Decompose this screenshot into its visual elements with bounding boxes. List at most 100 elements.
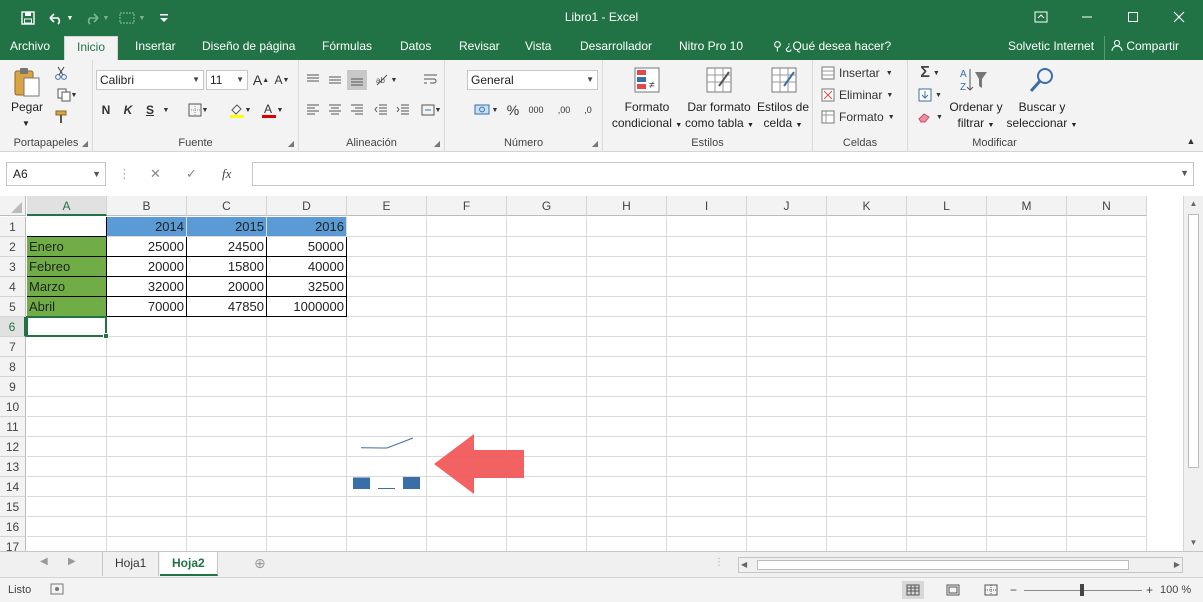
- cell-l13[interactable]: [907, 457, 987, 477]
- cell-n14[interactable]: [1067, 477, 1147, 497]
- cell-a13[interactable]: [27, 457, 107, 477]
- column-header-i[interactable]: I: [667, 196, 747, 216]
- cell-k12[interactable]: [827, 437, 907, 457]
- normal-view-icon[interactable]: [902, 581, 924, 599]
- cell-b6[interactable]: [107, 317, 187, 337]
- cell-f10[interactable]: [427, 397, 507, 417]
- column-header-j[interactable]: J: [747, 196, 827, 216]
- cell-l10[interactable]: [907, 397, 987, 417]
- cell-styles-icon[interactable]: [768, 64, 800, 96]
- cell-e6[interactable]: [347, 317, 427, 337]
- column-header-n[interactable]: N: [1067, 196, 1147, 216]
- cell-d11[interactable]: [267, 417, 347, 437]
- cell-n17[interactable]: [1067, 537, 1147, 551]
- cell-g4[interactable]: [507, 277, 587, 297]
- cell-g16[interactable]: [507, 517, 587, 537]
- row-header-15[interactable]: 15: [0, 497, 26, 517]
- column-header-e[interactable]: E: [347, 196, 427, 216]
- cell-b4[interactable]: 32000: [107, 277, 187, 297]
- cell-i11[interactable]: [667, 417, 747, 437]
- cell-i17[interactable]: [667, 537, 747, 551]
- cell-n1[interactable]: [1067, 217, 1147, 237]
- cell-d8[interactable]: [267, 357, 347, 377]
- cell-i12[interactable]: [667, 437, 747, 457]
- cell-h12[interactable]: [587, 437, 667, 457]
- cell-n8[interactable]: [1067, 357, 1147, 377]
- scroll-up-icon[interactable]: ▲: [1184, 196, 1203, 212]
- cell-h3[interactable]: [587, 257, 667, 277]
- cell-b9[interactable]: [107, 377, 187, 397]
- ribbon-display-icon[interactable]: [1018, 0, 1064, 34]
- sheet-tab-hoja2[interactable]: Hoja2: [160, 552, 218, 576]
- cell-n13[interactable]: [1067, 457, 1147, 477]
- cell-a9[interactable]: [27, 377, 107, 397]
- insert-cells-button[interactable]: Insertar ▼: [821, 64, 905, 82]
- cell-h9[interactable]: [587, 377, 667, 397]
- cell-k16[interactable]: [827, 517, 907, 537]
- cell-c1[interactable]: 2015: [187, 217, 267, 237]
- cell-a2[interactable]: Enero: [27, 237, 107, 257]
- cell-l2[interactable]: [907, 237, 987, 257]
- share-button[interactable]: Compartir: [1104, 36, 1203, 60]
- cell-h2[interactable]: [587, 237, 667, 257]
- cell-n4[interactable]: [1067, 277, 1147, 297]
- zoom-level[interactable]: 100 %: [1160, 584, 1191, 596]
- cell-c15[interactable]: [187, 497, 267, 517]
- cell-l7[interactable]: [907, 337, 987, 357]
- cell-c12[interactable]: [187, 437, 267, 457]
- cell-d14[interactable]: [267, 477, 347, 497]
- cell-g1[interactable]: [507, 217, 587, 237]
- cell-j5[interactable]: [747, 297, 827, 317]
- cell-m1[interactable]: [987, 217, 1067, 237]
- cell-f3[interactable]: [427, 257, 507, 277]
- row-header-1[interactable]: 1: [0, 217, 26, 237]
- tab-desarrollador[interactable]: Desarrollador: [580, 36, 652, 60]
- cell-j6[interactable]: [747, 317, 827, 337]
- sort-filter-label-1[interactable]: Ordenar y: [944, 100, 1008, 115]
- align-left-icon[interactable]: [303, 100, 323, 120]
- row-header-8[interactable]: 8: [0, 357, 26, 377]
- cell-m10[interactable]: [987, 397, 1067, 417]
- italic-button[interactable]: K: [118, 100, 138, 120]
- tab-inicio[interactable]: Inicio: [64, 36, 118, 60]
- cell-l12[interactable]: [907, 437, 987, 457]
- sheet-prev-icon[interactable]: ◀: [40, 556, 48, 567]
- cell-i1[interactable]: [667, 217, 747, 237]
- cell-i14[interactable]: [667, 477, 747, 497]
- cell-c17[interactable]: [187, 537, 267, 551]
- cell-h8[interactable]: [587, 357, 667, 377]
- minimize-icon[interactable]: [1064, 0, 1110, 34]
- align-middle-icon[interactable]: [325, 70, 345, 90]
- cell-h13[interactable]: [587, 457, 667, 477]
- cell-b15[interactable]: [107, 497, 187, 517]
- cell-c2[interactable]: 24500: [187, 237, 267, 257]
- cell-j3[interactable]: [747, 257, 827, 277]
- currency-icon[interactable]: ▼: [469, 100, 503, 120]
- underline-dropdown-icon[interactable]: ▼: [160, 100, 172, 120]
- cell-k3[interactable]: [827, 257, 907, 277]
- horizontal-scroll-thumb[interactable]: [757, 560, 1129, 570]
- cell-i5[interactable]: [667, 297, 747, 317]
- fill-color-icon[interactable]: ▼: [225, 100, 255, 120]
- scroll-left-icon[interactable]: ◀: [741, 560, 747, 569]
- cell-l6[interactable]: [907, 317, 987, 337]
- cell-j11[interactable]: [747, 417, 827, 437]
- borders-icon[interactable]: ▼: [183, 100, 213, 120]
- expand-formula-icon[interactable]: ▼: [1180, 168, 1189, 178]
- cell-a16[interactable]: [27, 517, 107, 537]
- cell-l9[interactable]: [907, 377, 987, 397]
- row-header-13[interactable]: 13: [0, 457, 26, 477]
- cell-f4[interactable]: [427, 277, 507, 297]
- cell-m11[interactable]: [987, 417, 1067, 437]
- cell-k8[interactable]: [827, 357, 907, 377]
- cell-d10[interactable]: [267, 397, 347, 417]
- cell-c6[interactable]: [187, 317, 267, 337]
- cell-l11[interactable]: [907, 417, 987, 437]
- cell-h1[interactable]: [587, 217, 667, 237]
- grow-font-icon[interactable]: A ▲: [252, 70, 270, 90]
- cell-m12[interactable]: [987, 437, 1067, 457]
- sparkline-line-row2[interactable]: [347, 433, 427, 453]
- close-icon[interactable]: [1156, 0, 1202, 34]
- cell-i6[interactable]: [667, 317, 747, 337]
- cell-b14[interactable]: [107, 477, 187, 497]
